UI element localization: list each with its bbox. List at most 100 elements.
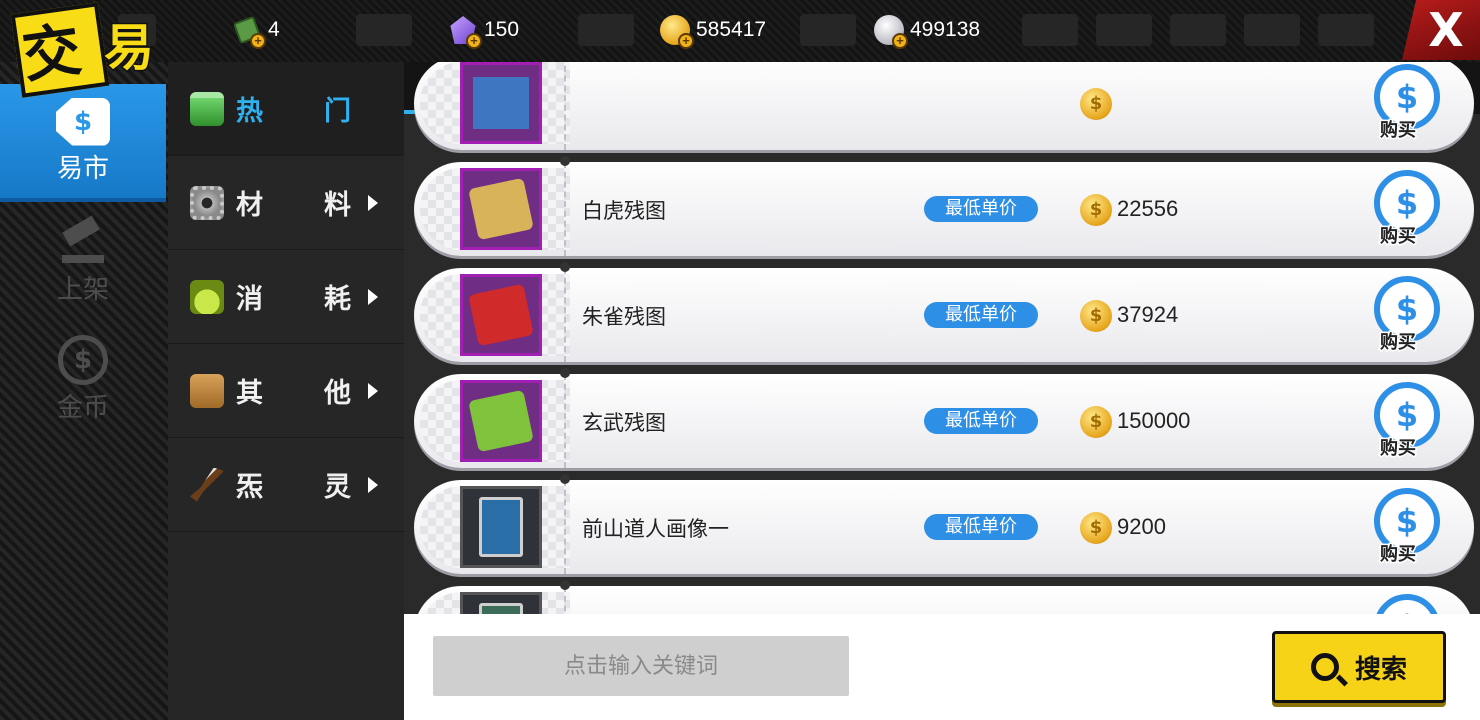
bar-slot <box>578 14 634 46</box>
category-label: 炁 <box>236 472 263 503</box>
tab-market[interactable]: $ 易市 <box>0 84 166 202</box>
scroll-map-icon <box>468 177 534 241</box>
tab-label: 易市 <box>56 153 109 184</box>
gold-coin-icon: + <box>660 15 694 49</box>
add-icon[interactable]: + <box>678 33 694 49</box>
category-label: 门 <box>324 96 351 127</box>
list-item[interactable]: $ <box>414 580 1474 614</box>
tab-label: 金币 <box>56 392 109 423</box>
scroll-map-icon <box>473 77 529 129</box>
item-thumbnail <box>460 380 542 462</box>
category-qiling[interactable]: 炁 灵 <box>168 438 404 532</box>
item-name: 白虎残图 <box>582 199 666 223</box>
lowest-price-pill: 最低单价 <box>924 196 1038 222</box>
tag-icon: $ <box>56 97 110 146</box>
item-thumbnail <box>460 274 542 356</box>
search-input[interactable] <box>433 636 849 696</box>
chevron-right-icon <box>368 194 378 211</box>
bar-slot <box>1022 14 1078 46</box>
cash-counter[interactable]: + 4 <box>232 12 280 49</box>
buy-label: 购买 <box>1379 225 1418 249</box>
row-divider <box>564 268 566 362</box>
left-tab-column: $ 易市 上架 $ 金币 <box>0 62 168 720</box>
category-label: 消 <box>236 284 263 315</box>
close-icon: X <box>1428 3 1464 57</box>
list-item[interactable]: 前山道人画像一 最低单价 $ 9200 $ 购买 <box>414 474 1474 574</box>
row-node <box>560 474 570 484</box>
buy-button[interactable]: $ <box>1374 594 1440 614</box>
category-hot[interactable]: 热 门 <box>168 62 404 156</box>
bar-slot <box>1318 14 1374 46</box>
item-price: 22556 <box>1117 196 1179 221</box>
add-icon[interactable]: + <box>250 33 266 49</box>
cash-icon: + <box>232 15 266 49</box>
row-divider <box>564 586 566 614</box>
bar-slot <box>1170 14 1226 46</box>
silver-coin-icon: + <box>874 15 908 49</box>
gem-counter[interactable]: + 150 <box>448 12 520 49</box>
row-node <box>560 580 570 590</box>
lowest-price-pill: 最低单价 <box>924 514 1038 540</box>
row-node <box>560 368 570 378</box>
close-button[interactable]: X <box>1402 0 1480 60</box>
category-other[interactable]: 其 他 <box>168 344 404 438</box>
category-label: 其 <box>236 378 263 409</box>
category-label: 灵 <box>324 472 351 503</box>
gem-value: 150 <box>484 18 520 41</box>
portrait-card-icon <box>479 497 523 557</box>
search-bar: 搜索 <box>404 614 1480 720</box>
row-node <box>560 156 570 166</box>
chevron-right-icon <box>368 476 378 493</box>
cash-value: 4 <box>268 18 280 41</box>
category-label: 耗 <box>324 284 351 315</box>
potion-icon <box>190 279 224 314</box>
buy-label: 购买 <box>1379 543 1418 567</box>
bar-slot <box>1096 14 1152 46</box>
tab-label: 上架 <box>56 274 109 305</box>
item-price: 150000 <box>1117 408 1191 433</box>
add-icon[interactable]: + <box>892 33 908 49</box>
add-icon[interactable]: + <box>466 33 482 49</box>
logo-char-1: 交 <box>18 15 86 91</box>
row-divider <box>564 162 566 256</box>
category-label: 他 <box>324 378 351 409</box>
list-item[interactable]: 白虎残图 最低单价 $ 22556 $ 购买 <box>414 156 1474 256</box>
list-item[interactable]: 朱雀残图 最低单价 $ 37924 $ 购买 <box>414 262 1474 362</box>
coin-icon: $ <box>58 334 108 385</box>
scroll-map-icon <box>468 283 534 347</box>
tab-gold[interactable]: $ 金币 <box>0 320 166 438</box>
category-label: 料 <box>324 190 351 221</box>
category-label: 热 <box>236 96 263 127</box>
tab-list-item[interactable]: 上架 <box>0 202 166 320</box>
item-price: 37924 <box>1117 302 1179 327</box>
item-price: 9200 <box>1117 514 1166 539</box>
search-button-label: 搜索 <box>1354 654 1407 685</box>
category-consumables[interactable]: 消 耗 <box>168 250 404 344</box>
item-name: 前山道人画像一 <box>582 517 729 541</box>
buy-label: 购买 <box>1379 331 1418 355</box>
silver-value: 499138 <box>910 18 981 41</box>
item-name: 玄武残图 <box>582 411 666 435</box>
trade-logo: 交 易 <box>10 2 170 98</box>
item-list-panel: 热卖 $ $ 购买 白虎残图 最低单价 $ 22556 $ 购买 <box>404 62 1480 614</box>
silver-counter[interactable]: + 499138 <box>874 12 981 49</box>
item-thumbnail <box>460 62 542 144</box>
item-name: 朱雀残图 <box>582 305 666 329</box>
scroll-map-icon <box>468 389 534 453</box>
bar-slot <box>356 14 412 46</box>
item-thumbnail <box>460 486 542 568</box>
gold-counter[interactable]: + 585417 <box>660 12 766 49</box>
category-materials[interactable]: 材 料 <box>168 156 404 250</box>
coin-icon: $ <box>1080 406 1112 438</box>
row-divider <box>564 480 566 574</box>
item-thumbnail <box>460 168 542 250</box>
bar-slot <box>800 14 856 46</box>
coin-icon: $ <box>1080 300 1112 332</box>
list-item[interactable]: $ $ 购买 <box>414 62 1474 150</box>
row-node <box>560 262 570 272</box>
list-item[interactable]: 玄武残图 最低单价 $ 150000 $ 购买 <box>414 368 1474 468</box>
crate-icon <box>190 373 224 408</box>
item-list[interactable]: $ $ 购买 白虎残图 最低单价 $ 22556 $ 购买 朱雀残图 最低单价 … <box>404 62 1480 614</box>
basket-icon <box>190 91 224 126</box>
search-button[interactable]: 搜索 <box>1272 631 1446 703</box>
